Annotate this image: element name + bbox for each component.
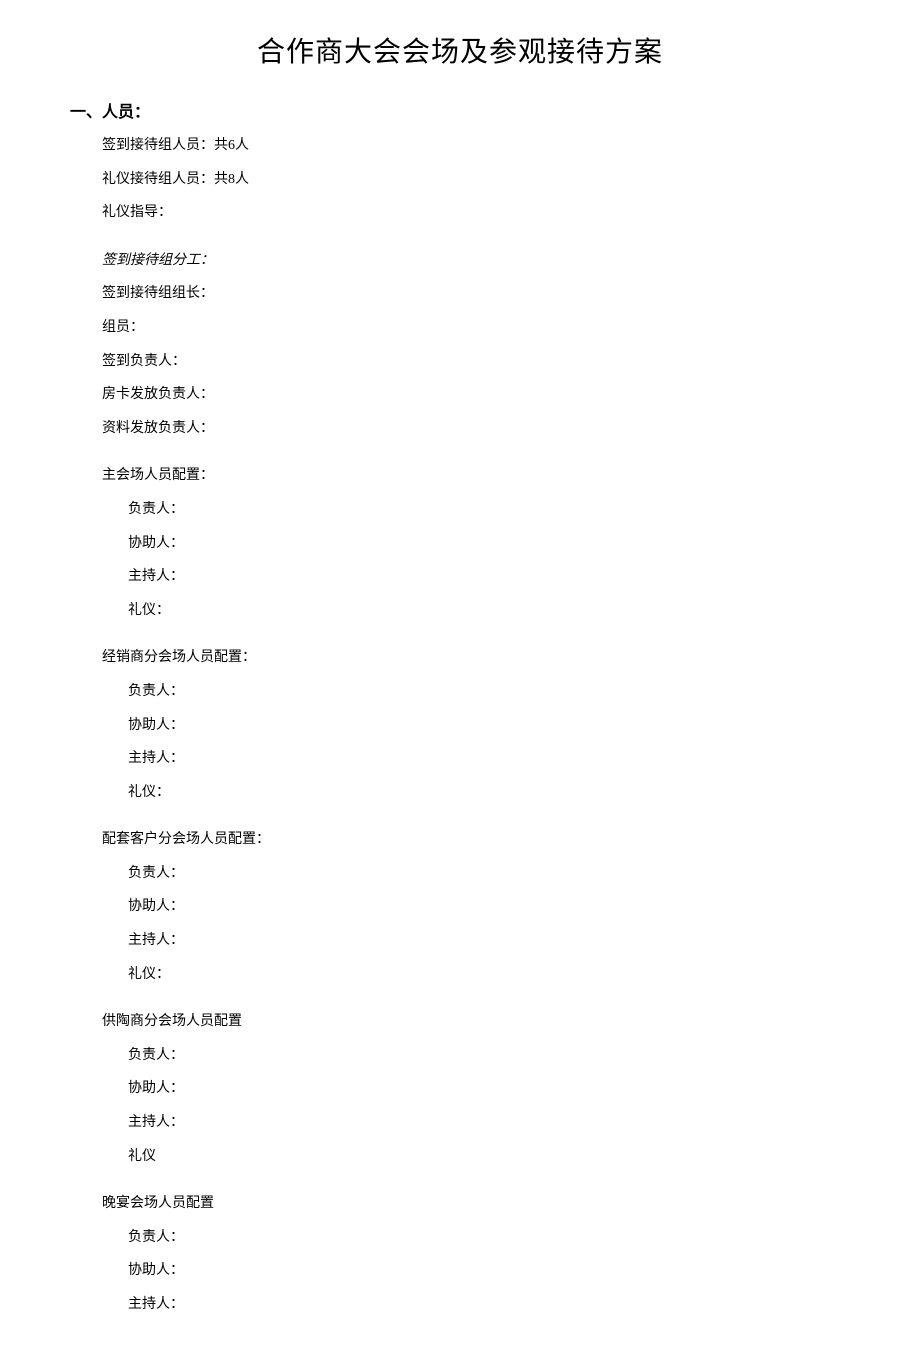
line-ceramic-venue-heading: 供陶商分会场人员配置 <box>102 1012 850 1032</box>
line-main-responsible: 负责人： <box>128 500 850 520</box>
line-material-responsible: 资料发放负责人： <box>102 419 850 439</box>
line-banquet-venue-heading: 晚宴会场人员配置 <box>102 1194 850 1214</box>
document-title: 合作商大会会场及参观接待方案 <box>70 30 850 70</box>
line-ceramic-etiquette: 礼仪 <box>128 1147 850 1167</box>
line-supporting-responsible: 负责人： <box>128 864 850 884</box>
line-supporting-host: 主持人： <box>128 931 850 951</box>
line-main-assistant: 协助人： <box>128 534 850 554</box>
line-checkin-division-heading: 签到接待组分工： <box>102 251 850 271</box>
line-ceramic-assistant: 协助人： <box>128 1079 850 1099</box>
line-distributor-responsible: 负责人： <box>128 682 850 702</box>
line-checkin-responsible: 签到负责人： <box>102 352 850 372</box>
line-banquet-responsible: 负责人： <box>128 1228 850 1248</box>
section-heading-personnel: 一、人员： <box>70 98 850 122</box>
line-distributor-venue-heading: 经销商分会场人员配置： <box>102 648 850 668</box>
line-ceramic-responsible: 负责人： <box>128 1046 850 1066</box>
line-distributor-host: 主持人： <box>128 749 850 769</box>
line-distributor-assistant: 协助人： <box>128 716 850 736</box>
line-roomcard-responsible: 房卡发放负责人： <box>102 385 850 405</box>
line-checkin-staff: 签到接待组人员：共6人 <box>102 136 850 156</box>
line-etiquette-guide: 礼仪指导： <box>102 203 850 223</box>
line-etiquette-staff: 礼仪接待组人员：共8人 <box>102 170 850 190</box>
line-supporting-venue-heading: 配套客户分会场人员配置： <box>102 830 850 850</box>
line-distributor-etiquette: 礼仪： <box>128 783 850 803</box>
line-main-host: 主持人： <box>128 567 850 587</box>
line-supporting-etiquette: 礼仪： <box>128 965 850 985</box>
document-page: 合作商大会会场及参观接待方案 一、人员： 签到接待组人员：共6人 礼仪接待组人员… <box>0 0 920 1369</box>
line-main-etiquette: 礼仪： <box>128 601 850 621</box>
line-banquet-host: 主持人： <box>128 1295 850 1315</box>
line-main-venue-heading: 主会场人员配置： <box>102 466 850 486</box>
line-members: 组员： <box>102 318 850 338</box>
line-banquet-assistant: 协助人： <box>128 1261 850 1281</box>
line-checkin-leader: 签到接待组组长： <box>102 284 850 304</box>
line-ceramic-host: 主持人： <box>128 1113 850 1133</box>
line-supporting-assistant: 协助人： <box>128 897 850 917</box>
